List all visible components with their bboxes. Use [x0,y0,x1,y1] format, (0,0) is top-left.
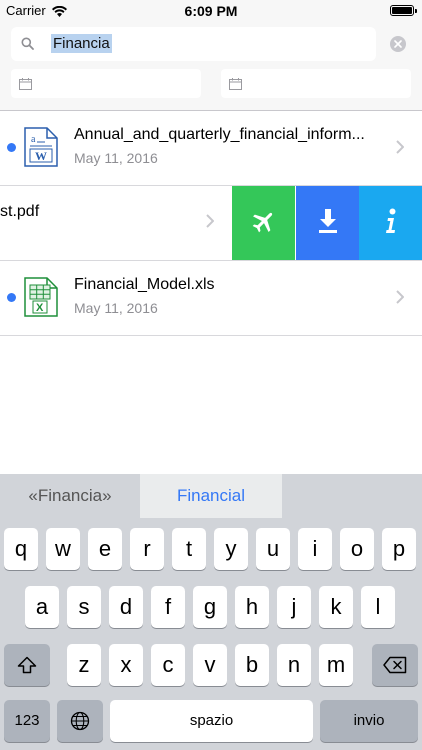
download-icon [317,208,339,239]
key-l[interactable]: l [361,586,395,628]
clear-search-icon[interactable] [390,36,406,52]
key-z[interactable]: z [67,644,101,686]
key-n[interactable]: n [277,644,311,686]
file-name: st.pdf [0,203,40,220]
key-p[interactable]: p [382,528,416,570]
file-name: Annual_and_quarterly_financial_inform... [74,126,365,143]
info-button[interactable] [359,186,422,260]
chevron-right-icon [396,140,405,159]
key-w[interactable]: w [46,528,80,570]
word-document-icon: a W [23,127,59,172]
suggestion-bar: «Financia» Financial [0,474,422,518]
key-u[interactable]: u [256,528,290,570]
shift-icon [17,656,37,678]
chevron-right-icon [206,214,215,233]
key-c[interactable]: c [151,644,185,686]
key-j[interactable]: j [277,586,311,628]
excel-document-icon: X [23,277,59,322]
shift-key[interactable] [4,644,50,686]
numbers-key[interactable]: 123 [4,700,50,742]
airplane-icon [251,208,277,239]
key-e[interactable]: e [88,528,122,570]
battery-icon [390,5,417,16]
key-x[interactable]: x [109,644,143,686]
key-q[interactable]: q [4,528,38,570]
svg-text:X: X [36,302,44,314]
key-i[interactable]: i [298,528,332,570]
status-bar: Carrier 6:09 PM [0,0,422,22]
search-input[interactable]: Financia [11,27,376,61]
key-s[interactable]: s [67,586,101,628]
key-v[interactable]: v [193,644,227,686]
end-date-field[interactable] [221,69,411,98]
key-m[interactable]: m [319,644,353,686]
globe-key[interactable] [57,700,103,742]
key-a[interactable]: a [25,586,59,628]
chevron-right-icon [396,290,405,309]
globe-icon [70,711,90,735]
file-date: May 11, 2016 [74,150,158,166]
calendar-icon [229,77,242,95]
download-button[interactable] [296,186,359,260]
key-d[interactable]: d [109,586,143,628]
search-query: Financia [51,34,112,53]
key-b[interactable]: b [235,644,269,686]
space-key[interactable]: spazio [110,700,313,742]
key-r[interactable]: r [130,528,164,570]
search-icon [21,37,34,55]
key-k[interactable]: k [319,586,353,628]
suggestion-autocorrect[interactable]: Financial [140,474,282,518]
return-key[interactable]: invio [320,700,418,742]
unread-dot [7,293,16,302]
calendar-icon [19,77,32,95]
backspace-icon [383,656,407,678]
key-y[interactable]: y [214,528,248,570]
svg-text:a: a [31,134,36,145]
list-item[interactable]: st.pdf [0,186,422,261]
file-name: Financial_Model.xls [74,276,215,293]
list-item[interactable]: a W Annual_and_quarterly_financial_infor… [0,111,422,186]
key-t[interactable]: t [172,528,206,570]
clock: 6:09 PM [184,3,238,19]
info-icon [384,208,398,239]
key-o[interactable]: o [340,528,374,570]
key-g[interactable]: g [193,586,227,628]
key-h[interactable]: h [235,586,269,628]
start-date-field[interactable] [11,69,201,98]
backspace-key[interactable] [372,644,418,686]
airplane-button[interactable] [232,186,295,260]
key-f[interactable]: f [151,586,185,628]
keyboard: «Financia» Financial q w e r t y u i o p… [0,474,422,750]
file-date: May 11, 2016 [74,300,158,316]
svg-text:W: W [35,149,47,163]
unread-dot [7,143,16,152]
suggestion-typed[interactable]: «Financia» [0,474,140,518]
search-bar: Financia [0,22,422,111]
list-item[interactable]: X Financial_Model.xls May 11, 2016 [0,261,422,336]
